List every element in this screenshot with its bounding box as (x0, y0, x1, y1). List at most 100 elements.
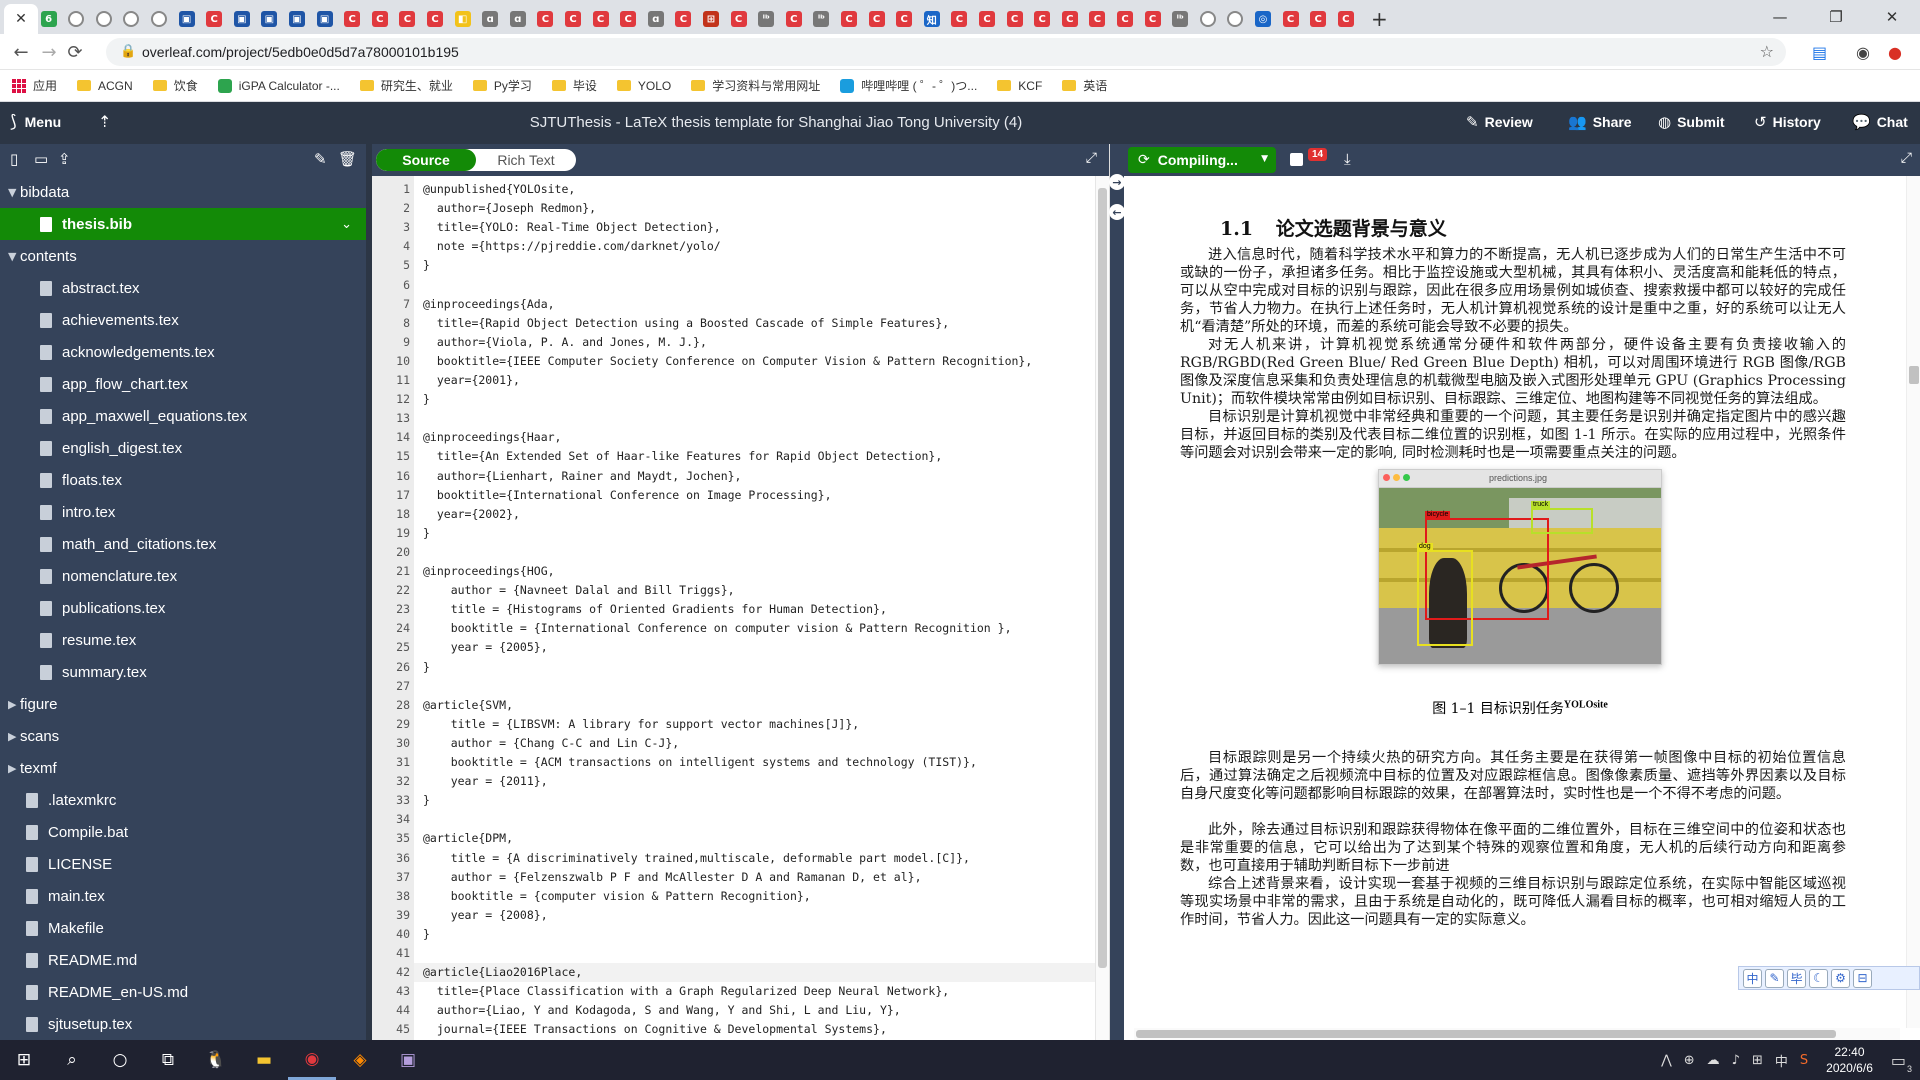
editor-pdf-resizer[interactable]: → ← (1109, 144, 1125, 1040)
close-window-button[interactable]: ✕ (1864, 0, 1920, 34)
editor-scroll-thumb[interactable] (1098, 188, 1107, 968)
review-button[interactable]: ✎ Review (1466, 113, 1533, 131)
tree-file[interactable]: sjtusetup.tex (0, 1008, 366, 1040)
app-icon-2[interactable]: ▣ (384, 1040, 432, 1080)
code-line[interactable]: author = {Felzenszwalb P F and McAlleste… (423, 870, 922, 884)
source-mode-button[interactable]: Source (376, 149, 476, 171)
code-line[interactable]: title={Rapid Object Detection using a Bo… (423, 316, 949, 330)
share-button[interactable]: 👥 Share (1568, 113, 1632, 131)
sogou-icon[interactable]: S (1800, 1053, 1808, 1068)
code-line[interactable]: year = {2008}, (423, 908, 548, 922)
code-line[interactable]: note ={https://pjreddie.com/darknet/yolo… (423, 239, 721, 253)
chevron-right-icon[interactable]: ▶ (8, 762, 16, 775)
chevron-right-icon[interactable]: ▶ (8, 730, 16, 743)
history-button[interactable]: ↺ History (1754, 113, 1821, 131)
file-explorer-icon[interactable]: ▬ (240, 1040, 288, 1080)
tree-folder[interactable]: ▶ scans (0, 720, 366, 752)
tree-file[interactable]: app_maxwell_equations.tex (0, 400, 366, 432)
tree-file[interactable]: floats.tex (0, 464, 366, 496)
tree-file[interactable]: abstract.tex (0, 272, 366, 304)
submit-button[interactable]: ◍ Submit (1658, 113, 1725, 131)
code-line[interactable]: booktitle={IEEE Computer Society Confere… (423, 354, 1032, 368)
chat-button[interactable]: 💬 Chat (1852, 113, 1908, 131)
code-line[interactable]: @article{SVM, (423, 698, 513, 712)
tree-file[interactable]: nomenclature.tex (0, 560, 366, 592)
tree-file[interactable]: acknowledgements.tex (0, 336, 366, 368)
ime-button[interactable]: ⚙ (1831, 968, 1850, 988)
tree-folder[interactable]: ▼ contents (0, 240, 366, 272)
log-count-badge[interactable]: 14 (1308, 148, 1328, 161)
pdf-scroll-thumb[interactable] (1909, 366, 1919, 384)
chevron-down-icon[interactable]: ▼ (8, 186, 16, 199)
search-icon[interactable]: ⌕ (48, 1040, 96, 1080)
delete-trash-icon[interactable]: 🗑 (338, 150, 357, 168)
code-line[interactable]: title={YOLO: Real-Time Object Detection}… (423, 220, 721, 234)
tray-display-icon[interactable]: ⊞ (1752, 1053, 1763, 1068)
tray-network-icon[interactable]: ⊕ (1684, 1053, 1695, 1068)
download-pdf-icon[interactable]: ⤓ (1344, 150, 1351, 168)
code-line[interactable]: booktitle={International Conference on I… (423, 488, 832, 502)
code-line[interactable]: @inproceedings{HOG, (423, 564, 555, 578)
maximize-button[interactable]: ❐ (1808, 0, 1864, 34)
recompile-button[interactable]: ⟳ Compiling... ▼ (1128, 147, 1276, 173)
code-line[interactable]: title = {Histograms of Oriented Gradient… (423, 602, 887, 616)
code-line[interactable]: @article{DPM, (423, 831, 513, 845)
new-folder-icon[interactable]: ▭ (34, 150, 48, 168)
tree-folder[interactable]: ▶ texmf (0, 752, 366, 784)
code-line[interactable]: author={Joseph Redmon}, (423, 201, 596, 215)
code-line[interactable]: @inproceedings{Ada, (423, 297, 555, 311)
tree-file[interactable]: math_and_citations.tex (0, 528, 366, 560)
code-line[interactable]: @article{Liao2016Place, (423, 965, 582, 979)
tree-file[interactable]: intro.tex (0, 496, 366, 528)
chevron-down-icon[interactable]: ▼ (8, 250, 16, 263)
tree-file[interactable]: README_en-US.md (0, 976, 366, 1008)
back-button[interactable]: ← (10, 41, 32, 63)
logs-icon[interactable] (1290, 153, 1303, 166)
code-line[interactable]: author={Viola, P. A. and Jones, M. J.}, (423, 335, 707, 349)
bookmark-star-icon[interactable]: ☆ (1760, 42, 1774, 61)
pdf-scrollbar[interactable] (1906, 176, 1920, 1028)
app-icon[interactable]: ◈ (336, 1040, 384, 1080)
extension-icon[interactable]: ▤ (1812, 43, 1827, 62)
code-line[interactable]: title = {LIBSVM: A library for support v… (423, 717, 860, 731)
tray-volume-icon[interactable]: ♪ (1732, 1053, 1740, 1068)
chrome-icon[interactable]: ◉ (288, 1040, 336, 1080)
profile-avatar-icon[interactable]: ◉ (1856, 43, 1870, 62)
code-line[interactable]: } (423, 927, 430, 941)
caption-citation[interactable]: YOLOsite (1564, 699, 1608, 710)
upload-icon[interactable]: ⇪ (58, 150, 71, 168)
code-line[interactable]: } (423, 660, 430, 674)
tray-cloud-icon[interactable]: ☁ (1707, 1053, 1720, 1068)
omnibox[interactable]: 🔒 overleaf.com/project/5edb0e0d5d7a78000… (106, 38, 1786, 66)
bookmark-item[interactable]: 英语 (1062, 77, 1107, 94)
sync-to-code-icon[interactable]: ← (1109, 204, 1125, 220)
tree-file[interactable]: Compile.bat (0, 816, 366, 848)
rename-pencil-icon[interactable]: ✎ (314, 150, 327, 168)
code-line[interactable]: title={Place Classification with a Graph… (423, 984, 949, 998)
code-line[interactable]: } (423, 392, 430, 406)
tree-file[interactable]: english_digest.tex (0, 432, 366, 464)
qq-icon[interactable]: 🐧 (192, 1040, 240, 1080)
task-view-icon[interactable]: ⧉ (144, 1040, 192, 1080)
expand-icon[interactable]: ⤢ (1086, 150, 1097, 166)
tree-file[interactable]: thesis.bib ⌄ (0, 208, 366, 240)
tree-file[interactable]: Makefile (0, 912, 366, 944)
project-title[interactable]: SJTUThesis - LaTeX thesis template for S… (0, 114, 1552, 131)
pdf-horizontal-scrollbar[interactable] (1134, 1028, 1900, 1040)
browser-tab[interactable]: C (1329, 4, 1363, 34)
code-line[interactable]: author = {Chang C-C and Lin C-J}, (423, 736, 680, 750)
reload-button[interactable]: ⟳ (64, 41, 86, 63)
clock[interactable]: 22:40 2020/6/6 (1826, 1044, 1873, 1076)
ime-button[interactable]: 中 (1743, 968, 1762, 988)
input-method-indicator[interactable]: 中 (1775, 1051, 1788, 1070)
minimize-button[interactable]: — (1752, 0, 1808, 34)
update-icon[interactable]: ● (1888, 43, 1902, 62)
bookmark-item[interactable]: 饮食 (152, 77, 198, 94)
code-line[interactable]: booktitle = {International Conference on… (423, 621, 1012, 635)
code-line[interactable]: @unpublished{YOLOsite, (423, 182, 575, 196)
ime-button[interactable]: 毕 (1787, 968, 1806, 988)
tree-file[interactable]: .latexmkrc (0, 784, 366, 816)
notification-icon[interactable]: ▭ 3 (1891, 1051, 1912, 1074)
apps-shortcut[interactable]: 应用 (12, 77, 57, 94)
tree-file[interactable]: README.md (0, 944, 366, 976)
